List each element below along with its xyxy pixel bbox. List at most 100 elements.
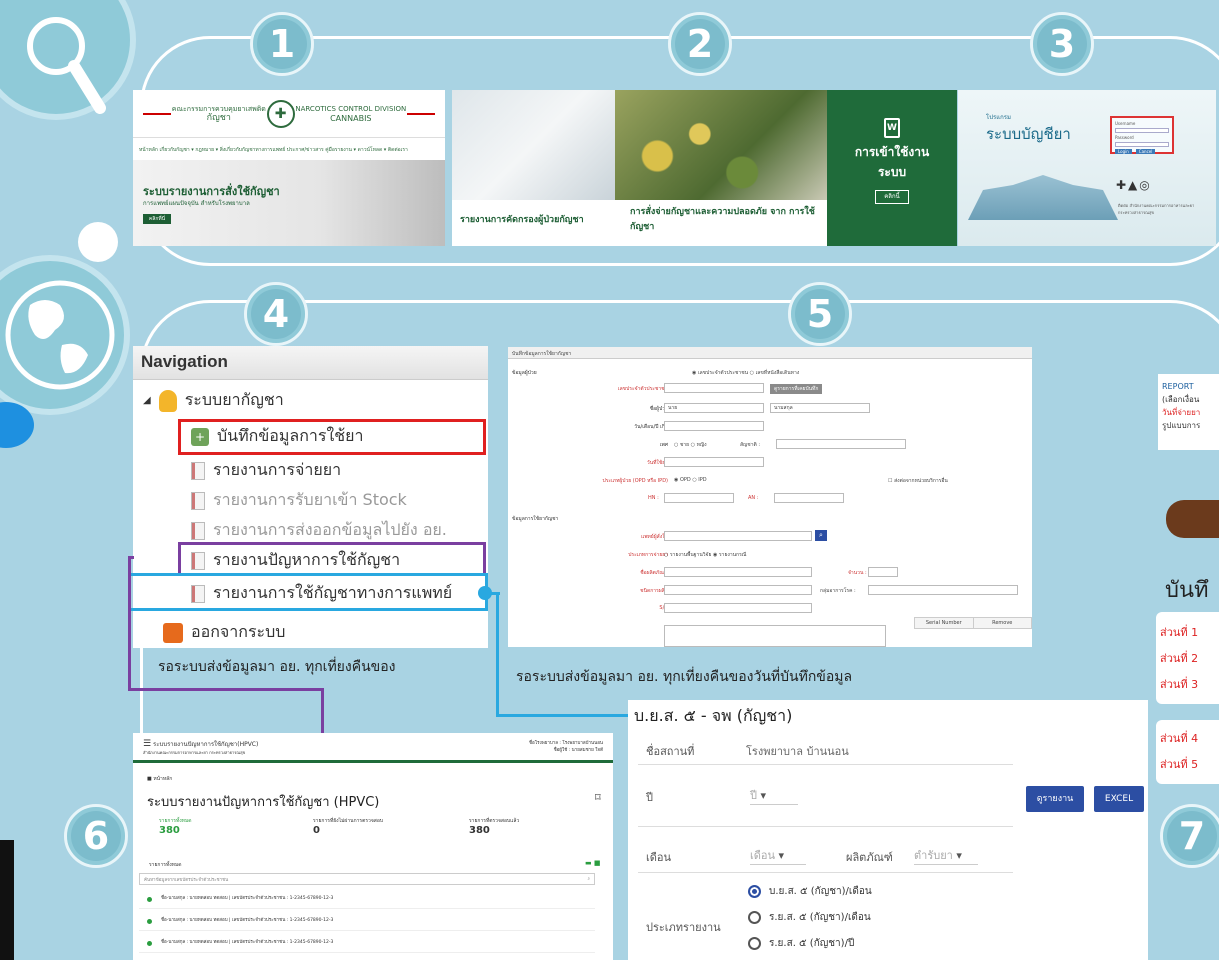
step-5: 5 xyxy=(788,282,852,346)
purpose-label: ประเภทการจ่ายยา xyxy=(628,552,668,558)
nav-root[interactable]: ◢ ระบบยากัญชา xyxy=(143,388,284,413)
screening-report-link[interactable]: รายงานการคัดกรองผู้ป่วยกัญชา xyxy=(460,212,584,226)
bookmark-icon[interactable]: ⌑ xyxy=(595,791,601,804)
radio-selected[interactable] xyxy=(748,885,761,898)
hpvc-page-title: ระบบรายงานปัญหาการใช้กัญชา (HPVC) xyxy=(147,795,380,810)
report-icon xyxy=(191,521,205,540)
name-label: ชื่อผู้ป่วย xyxy=(649,406,668,412)
word-doc-icon: W xyxy=(884,118,900,138)
hpvc-topbar: ☰ ระบบรายงานปัญหาการใช้กัญชา(HPVC) สำนัก… xyxy=(133,733,613,763)
lastname-input[interactable]: นามสกุล xyxy=(770,403,870,413)
list-item[interactable]: ชื่อ-นามสกุล : นายทดสอบ ทดสอบ | เลขบัตรป… xyxy=(139,935,595,953)
diag-input[interactable] xyxy=(868,585,1018,595)
dropdown-icon: ▾ xyxy=(760,789,767,802)
product-label: ชื่อผลิตภัณฑ์ xyxy=(640,570,668,576)
patient-type-label: ประเภทผู้ป่วย (OPD หรือ IPD) xyxy=(602,478,668,484)
step-6: 6 xyxy=(64,804,128,868)
qty-input[interactable] xyxy=(868,567,898,577)
sliver-part: ส่วนที่ 5 xyxy=(1160,758,1199,771)
month-select[interactable]: เดือน ▾ xyxy=(750,846,806,865)
report-option-3[interactable]: ร.ย.ส. ๕ (กัญชา)/ปี xyxy=(748,936,854,951)
report-icon xyxy=(191,491,205,510)
breadcrumb[interactable]: ■ หน้าหลัก xyxy=(147,775,172,783)
red-rule xyxy=(407,112,435,115)
hpvc-app-title: ระบบรายงานปัญหาการใช้กัญชา(HPVC) xyxy=(153,741,259,748)
expand-triangle-icon[interactable]: ◢ xyxy=(143,395,151,406)
hero-button[interactable]: คลิกที่นี่ xyxy=(143,214,171,224)
excel-button[interactable]: EXCEL xyxy=(1094,786,1144,812)
menu-icon[interactable]: ☰ xyxy=(143,739,151,749)
report-option-1[interactable]: บ.ย.ส. ๕ (กัญชา)/เดือน xyxy=(748,884,872,899)
hn-label: HN : xyxy=(648,495,659,501)
dob-label: วัน/เดือน/ปี เกิด xyxy=(634,424,668,430)
hn-input[interactable] xyxy=(664,493,734,503)
sliver-part: ส่วนที่ 2 xyxy=(1160,652,1199,665)
place-value: โรงพยาบาล บ้านนอน xyxy=(746,745,849,758)
purpose-options[interactable]: ○ รายงานพื้นฐานวิจัย ◉ รายงานกรณี xyxy=(664,551,746,559)
product-select[interactable]: ตำรับยา ▾ xyxy=(914,846,978,865)
password-input[interactable] xyxy=(1115,142,1169,147)
radio[interactable] xyxy=(748,911,761,924)
nation-input[interactable] xyxy=(776,439,906,449)
radio[interactable] xyxy=(748,937,761,950)
right-report-sliver: REPORT (เลือกเงื่อน วันที่จ่ายยา รูปแบบก… xyxy=(1158,374,1219,450)
panel-services: รายงานการคัดกรองผู้ป่วยกัญชา การสั่งจ่าย… xyxy=(452,90,957,246)
portal-nav[interactable]: หน้าหลัก เกี่ยวกับกัญชา ▾ กฎหมาย ▾ สิ่งเ… xyxy=(133,138,445,162)
logout-icon xyxy=(163,622,183,643)
access-button[interactable]: คลิกนี้ xyxy=(875,190,909,204)
cannabis-oil-image xyxy=(615,90,827,200)
username-input[interactable] xyxy=(1115,128,1169,133)
cancel-button[interactable]: Cancel xyxy=(1135,149,1156,154)
view-toggle-icon[interactable]: ▬ ■ xyxy=(585,859,600,867)
doctor-input[interactable] xyxy=(664,531,812,541)
sliver-line: รูปแบบการ xyxy=(1162,421,1201,430)
an-input[interactable] xyxy=(774,493,844,503)
report-option-2[interactable]: ร.ย.ส. ๕ (กัญชา)/เดือน xyxy=(748,910,871,925)
login-button[interactable]: Login xyxy=(1115,149,1132,154)
visit-date-input[interactable] xyxy=(664,457,764,467)
user-icon xyxy=(158,389,177,412)
firstname-value: นาย xyxy=(668,405,678,411)
stat-checked: รายการที่ตรวจสอบแล้ว 380 xyxy=(469,818,520,836)
nav-item-dispense-report[interactable]: รายงานการจ่ายยา xyxy=(191,458,341,483)
nav-logout[interactable]: ออกจากระบบ xyxy=(163,620,285,645)
stat-total: รายการทั้งหมด 380 xyxy=(159,818,192,836)
access-title-2: ระบบ xyxy=(877,165,907,179)
highlight-red xyxy=(178,419,486,455)
search-input[interactable]: ค้นหาข้อมูลจากเลขบัตรประจำตัวประชาชน ⌕ xyxy=(139,873,595,885)
sn-input[interactable] xyxy=(664,603,812,613)
refer-checkbox[interactable]: ☐ ส่งต่อจากหน่วยบริการอื่น xyxy=(888,477,948,485)
dropdown-icon: ▾ xyxy=(956,849,962,862)
prescribing-safety-link[interactable]: การสั่งจ่ายกัญชาและความปลอดภัย จาก การใช… xyxy=(630,205,820,235)
doctor-search-icon[interactable]: ⌕ xyxy=(815,530,827,541)
sliver-part: ส่วนที่ 3 xyxy=(1160,678,1199,691)
search-icon[interactable]: ⌕ xyxy=(587,876,590,882)
list-item[interactable]: ชื่อ-นามสกุล : นายทดสอบ ทดสอบ | เลขบัตรป… xyxy=(139,913,595,931)
sex-options[interactable]: ○ ชาย ○ หญิง xyxy=(674,441,707,449)
dob-input[interactable] xyxy=(664,421,764,431)
firstname-input[interactable]: นาย xyxy=(664,403,764,413)
patient-type-options[interactable]: ◉ OPD ○ IPD xyxy=(674,477,707,483)
byss5-report-panel: บ.ย.ส. ๕ - จพ (กัญชา) ชื่อสถานที่ โรงพยา… xyxy=(628,700,1148,960)
history-button[interactable]: ดูรายการที่เคยบันทึก xyxy=(770,384,823,394)
product-input[interactable] xyxy=(664,567,812,577)
cid-input[interactable] xyxy=(664,383,764,393)
sliver-part: ส่วนที่ 1 xyxy=(1160,626,1199,639)
form-title: บันทึกข้อมูลการใช้ยากัญชา xyxy=(508,347,1032,359)
nav-item-stock-report[interactable]: รายงานการรับยาเข้า Stock xyxy=(191,488,407,513)
usage-section-label: ข้อมูลการใช้ยากัญชา xyxy=(512,516,559,522)
portal-header: คณะกรรมการควบคุมยาเสพติด กัญชา ✚ NARCOTI… xyxy=(133,90,445,138)
list-item[interactable]: ชื่อ-นามสกุล : นายทดสอบ ทดสอบ | เลขบัตรป… xyxy=(139,891,595,909)
portal-right-title: NARCOTICS CONTROL DIVISION CANNABIS xyxy=(295,104,407,123)
globe-icon xyxy=(0,275,120,399)
highlight-purple xyxy=(178,542,486,576)
nav-item-export-report[interactable]: รายงานการส่งออกข้อมูลไปยัง อย. xyxy=(191,518,447,543)
navigation-header: Navigation xyxy=(133,346,488,380)
year-select[interactable]: ปี ▾ xyxy=(750,786,798,805)
system-access-card[interactable]: W การเข้าใช้งาน ระบบ คลิกนี้ xyxy=(827,90,957,246)
sn-textarea[interactable] xyxy=(664,625,886,647)
sliver-brown-button[interactable] xyxy=(1166,500,1219,538)
form-id-type-options[interactable]: ◉ เลขประจำตัวประชาชน ○ เลขที่หนังสือเดิน… xyxy=(692,369,799,377)
manufacture-input[interactable] xyxy=(664,585,812,595)
view-report-button[interactable]: ดูรายงาน xyxy=(1026,786,1084,812)
